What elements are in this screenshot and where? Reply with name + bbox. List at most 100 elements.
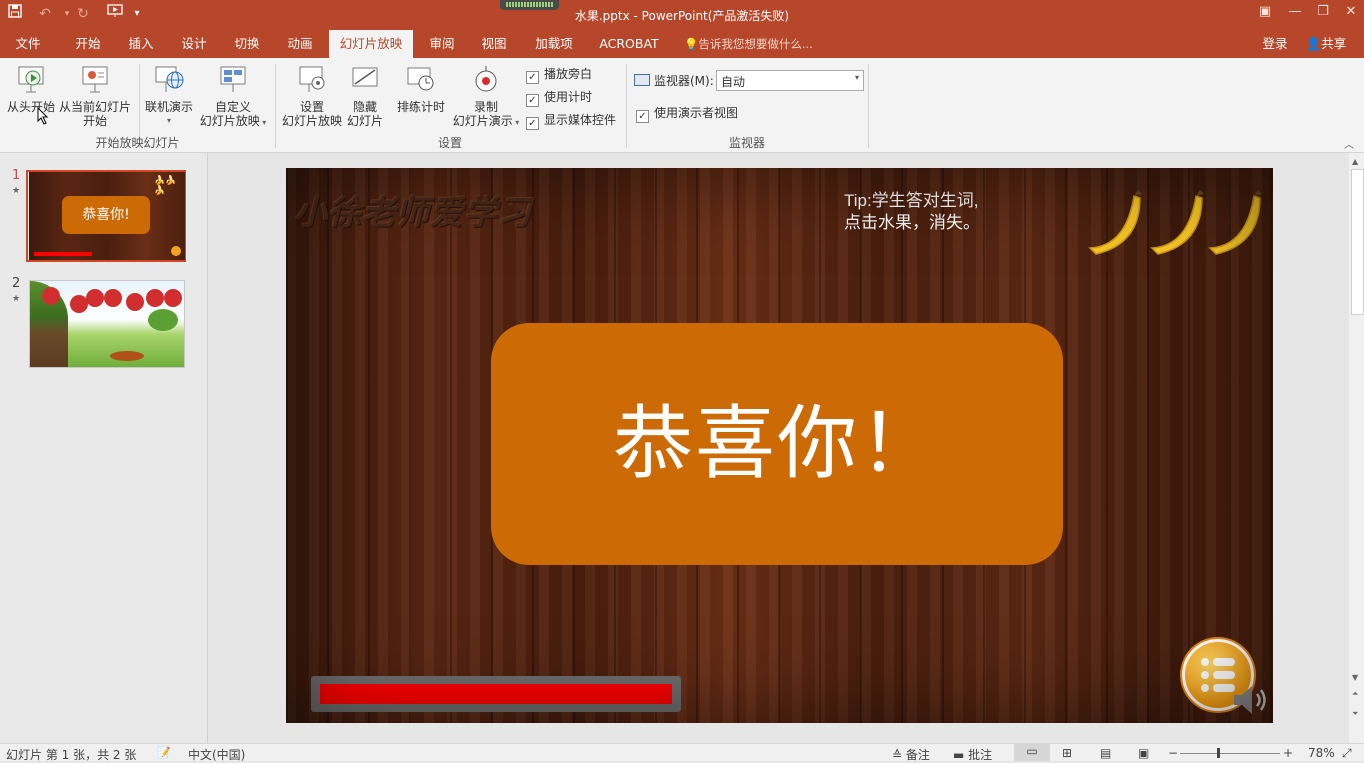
slideshow-current-icon <box>80 64 110 96</box>
from-current-slide-button[interactable]: 从当前幻灯片 开始 <box>58 64 132 128</box>
status-bar: 幻灯片 第 1 张，共 2 张 📝 中文(中国) ≙ 备注 ▬ 批注 ▭ ⊞ ▤… <box>0 743 1364 763</box>
zoom-level[interactable]: 78% <box>1308 746 1335 760</box>
slide-show-view-icon[interactable]: ▣ <box>1138 746 1149 760</box>
normal-view-icon[interactable]: ▭ <box>1014 744 1050 761</box>
group-label-setup: 设置 <box>437 136 462 150</box>
monitor-select[interactable]: 自动 ▾ <box>716 70 864 91</box>
menu-button-icon <box>171 246 181 256</box>
hide-slide-icon <box>350 64 380 96</box>
animation-star-icon: ★ <box>12 186 21 196</box>
previous-slide-icon[interactable]: ⏶ <box>1352 689 1358 699</box>
share-button[interactable]: 👤共享 <box>1300 30 1352 58</box>
presenter-view-checkbox[interactable]: ✓ 使用演示者视图 <box>636 104 738 123</box>
next-slide-icon[interactable]: ⏷ <box>1352 709 1358 719</box>
custom-show-icon <box>218 64 248 96</box>
tab-acrobat[interactable]: ACROBAT <box>592 30 666 58</box>
banana-icon <box>1088 190 1142 255</box>
tell-me-search[interactable]: 💡告诉我您想要做什么... <box>684 30 834 58</box>
setup-icon <box>297 64 327 96</box>
language-indicator[interactable]: 中文(中国) <box>188 746 245 763</box>
basket-image <box>110 351 144 361</box>
scroll-up-icon[interactable]: ▲ <box>1352 157 1358 166</box>
setup-slide-show-button[interactable]: 设置 幻灯片放映 <box>280 64 344 128</box>
thumbnail-number: 1 <box>12 168 21 183</box>
thumbnail-progress-bar <box>34 252 92 256</box>
congrats-text: 恭喜你！ <box>613 397 941 490</box>
vertical-scrollbar[interactable]: ▲ ▼ ⏶ ⏷ <box>1349 153 1364 743</box>
tab-design[interactable]: 设计 <box>170 30 218 58</box>
notes-button[interactable]: ≙ 备注 <box>892 746 930 763</box>
tab-slide-show[interactable]: 幻灯片放映 <box>329 30 413 58</box>
scroll-down-icon[interactable]: ▼ <box>1352 673 1358 682</box>
watermark-text: 小徐老师爱学习 <box>294 193 532 232</box>
ribbon-display-options-icon[interactable]: ▣ <box>1250 0 1280 26</box>
group-label-start-slide-show: 开始放映幻灯片 <box>95 136 180 150</box>
comments-button[interactable]: ▬ 批注 <box>953 746 992 763</box>
tab-animations[interactable]: 动画 <box>276 30 324 58</box>
slide-thumbnail-2[interactable] <box>29 280 185 368</box>
globe-present-icon <box>154 64 184 96</box>
zoom-slider[interactable] <box>1180 753 1280 754</box>
fit-slide-icon[interactable]: ⤢ <box>1342 746 1352 761</box>
checkmark-icon: ✓ <box>526 71 539 84</box>
zoom-slider-handle[interactable] <box>1217 748 1220 758</box>
lightbulb-icon: 💡 <box>684 37 699 51</box>
play-narrations-checkbox[interactable]: ✓ 播放旁白 <box>526 65 592 84</box>
apples-row <box>40 283 184 313</box>
speaker-icon[interactable] <box>1230 680 1270 720</box>
ribbon: 从头开始 从当前幻灯片 开始 联机演示 ▾ 自定义 幻灯片放映 ▾ 开始放映幻灯… <box>0 58 1364 153</box>
collapse-ribbon-icon[interactable]: ︿ <box>1344 136 1354 151</box>
slide-count: 幻灯片 第 1 张，共 2 张 <box>6 748 137 762</box>
scrollbar-thumb[interactable] <box>1351 169 1364 315</box>
monitor-icon <box>634 74 650 86</box>
restore-icon[interactable]: ❐ <box>1308 0 1338 26</box>
close-icon[interactable]: ✕ <box>1336 0 1364 26</box>
banana-icon <box>1208 190 1262 255</box>
tab-home[interactable]: 开始 <box>64 30 112 58</box>
zoom-out-icon[interactable]: − <box>1168 746 1178 760</box>
slide-sorter-icon[interactable]: ⊞ <box>1062 746 1072 760</box>
slideshow-play-icon <box>16 64 46 96</box>
mouse-cursor-icon <box>37 106 49 129</box>
custom-slide-show-button[interactable]: 自定义 幻灯片放映 ▾ <box>196 64 270 130</box>
zoom-in-icon[interactable]: + <box>1283 746 1293 760</box>
tab-review[interactable]: 审阅 <box>418 30 466 58</box>
present-online-button[interactable]: 联机演示 ▾ <box>142 64 196 128</box>
progress-bar <box>311 676 681 712</box>
monitor-label: 监视器(M): <box>634 72 714 89</box>
show-media-controls-checkbox[interactable]: ✓ 显示媒体控件 <box>526 111 616 130</box>
record-slide-show-button[interactable]: 录制 幻灯片演示 ▾ <box>450 64 522 130</box>
banana-icons <box>1088 190 1262 255</box>
title-bar: ↶ ▾ ↻ ▾ 水果.pptx - PowerPoint(产品激活失败) ▣ —… <box>0 0 1364 30</box>
from-beginning-label: 从头开始 <box>6 100 55 114</box>
ribbon-tabs: 文件 开始 插入 设计 切换 动画 幻灯片放映 审阅 视图 加载项 ACROBA… <box>0 30 1364 58</box>
dropdown-arrow-icon: ▾ <box>259 118 267 127</box>
dropdown-arrow-icon: ▾ <box>166 116 171 125</box>
tab-view[interactable]: 视图 <box>470 30 518 58</box>
tab-file[interactable]: 文件 <box>4 30 52 58</box>
progress-bar-fill <box>320 684 672 704</box>
spellcheck-icon[interactable]: 📝 <box>157 746 171 759</box>
slide-canvas[interactable]: 小徐老师爱学习 Tip:学生答对生词, 点击水果，消失。 恭喜你！ <box>286 168 1273 723</box>
congrats-box[interactable]: 恭喜你！ <box>491 323 1063 565</box>
thumbnail-congrats: 恭喜你! <box>62 196 150 234</box>
from-beginning-button[interactable]: 从头开始 <box>4 64 58 114</box>
use-timings-checkbox[interactable]: ✓ 使用计时 <box>526 88 592 107</box>
sign-in-link[interactable]: 登录 <box>1258 30 1292 58</box>
tab-insert[interactable]: 插入 <box>117 30 165 58</box>
thumbnail-number: 2 <box>12 276 21 291</box>
reading-view-icon[interactable]: ▤ <box>1100 746 1111 760</box>
hide-slide-button[interactable]: 隐藏 幻灯片 <box>344 64 386 128</box>
rehearse-timings-button[interactable]: 排练计时 <box>393 64 449 114</box>
banana-icon: 🍌🍌🍌 <box>154 176 177 196</box>
tip-text: Tip:学生答对生词, 点击水果，消失。 <box>844 191 980 232</box>
dropdown-arrow-icon: ▾ <box>512 118 520 127</box>
group-label-monitors: 监视器 <box>728 136 765 150</box>
tab-add-ins[interactable]: 加载项 <box>528 30 580 58</box>
slide-thumbnail-1[interactable]: 恭喜你! 🍌🍌🍌 <box>29 172 185 260</box>
minimize-icon[interactable]: — <box>1280 0 1310 26</box>
chevron-down-icon: ▾ <box>854 73 859 82</box>
animation-star-icon: ★ <box>12 294 21 304</box>
checkmark-icon: ✓ <box>526 117 539 130</box>
tab-transitions[interactable]: 切换 <box>223 30 271 58</box>
